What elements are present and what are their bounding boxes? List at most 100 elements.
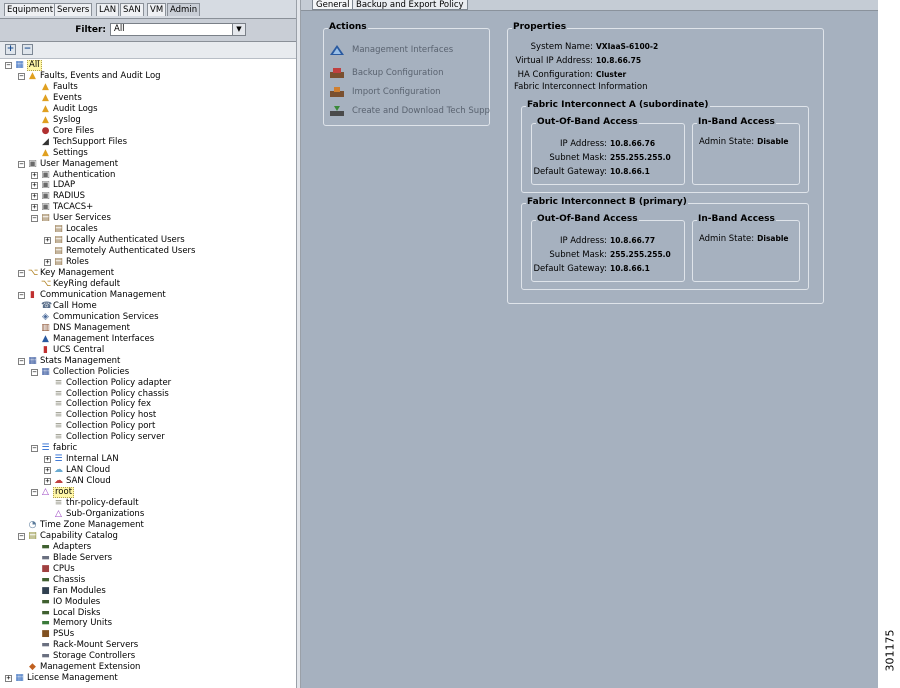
policy-icon: ≡ (54, 399, 63, 410)
collapse-icon[interactable]: − (31, 368, 38, 376)
fabric-a-ip-row: IP Address: 10.8.66.76 (532, 138, 655, 150)
collapse-icon[interactable]: − (18, 291, 25, 299)
tree-item-label: Blade Servers (53, 552, 113, 563)
tree-item-label: Core Files (53, 125, 95, 136)
expand-icon[interactable]: + (44, 237, 51, 245)
fabric-b-gateway-row: Default Gateway: 10.8.66.1 (532, 263, 649, 275)
lock-icon: ▣ (28, 158, 37, 169)
tree-item-label: Time Zone Management (40, 519, 144, 530)
fabric-a-mask-row: Subnet Mask: 255.255.255.0 (532, 152, 670, 164)
tree-item-label: Fan Modules (53, 585, 106, 596)
tree-item-label: TACACS+ (53, 202, 94, 213)
fabric-a-inband-title: In-Band Access (697, 117, 776, 127)
expand-icon[interactable]: + (44, 456, 51, 464)
policy-icon: ≡ (54, 388, 63, 399)
nav-tab-vm[interactable]: VM (147, 3, 167, 16)
tree-item-label: Call Home (53, 300, 97, 311)
warn-icon: ▲ (42, 103, 49, 114)
collapse-icon[interactable]: − (31, 445, 38, 453)
policy-icon: ≡ (54, 421, 63, 432)
filter-bar: Filter: All ▼ (0, 19, 296, 42)
collapse-icon[interactable]: − (31, 489, 38, 497)
fabric-interconnect-b-group: Fabric Interconnect B (primary) Out-Of-B… (521, 197, 809, 290)
lock-icon: ▣ (41, 202, 50, 213)
tree-item-label: Collection Policy host (66, 410, 157, 421)
key-icon: ⌥ (28, 268, 39, 279)
tree-item-label: root (53, 487, 75, 499)
tree-item-label: IO Modules (53, 596, 101, 607)
tree-item-label: Internal LAN (66, 454, 119, 465)
tab-backup-and-export-policy[interactable]: Backup and Export Policy (352, 0, 468, 10)
fabric-icon: ☰ (54, 454, 63, 465)
chevron-down-icon[interactable]: ▼ (232, 24, 245, 35)
tree-item-label: thr-policy-default (66, 498, 139, 508)
expand-icon[interactable]: + (31, 182, 38, 190)
lic-icon: ▦ (15, 673, 24, 684)
nav-tab-san[interactable]: SAN (120, 3, 144, 16)
collapse-icon[interactable]: − (18, 160, 25, 168)
nav-tab-admin[interactable]: Admin (167, 3, 201, 16)
ext-icon: ◆ (29, 662, 36, 673)
fabric-a-admin-state: Disable (757, 137, 789, 146)
tree-item-label: Settings (53, 147, 88, 158)
collapse-all-icon[interactable]: − (22, 44, 33, 55)
psu-icon: ■ (41, 629, 50, 640)
tree-item-label: Communication Management (40, 289, 166, 300)
collapse-icon[interactable]: − (5, 62, 12, 69)
navigation-pane: Equipment Servers LAN SAN VM Admin Filter: Al… (0, 0, 297, 688)
lock-icon: ▣ (41, 191, 50, 202)
fan-icon: ■ (41, 585, 50, 596)
filter-select[interactable]: All ▼ (110, 23, 246, 36)
tree-item-label: All (27, 60, 42, 71)
virtual-ip-value: 10.8.66.75 (596, 56, 642, 65)
nav-tab-lan[interactable]: LAN (96, 3, 120, 16)
org-icon: △ (55, 508, 62, 519)
scloud-icon: ☁ (54, 476, 63, 487)
tree-item-label: Roles (66, 257, 89, 268)
policy-icon: ≡ (54, 377, 63, 388)
tree-item-label: Syslog (53, 114, 81, 125)
subnet-mask-label: Subnet Mask: (549, 153, 607, 163)
expand-icon[interactable]: + (31, 171, 38, 179)
expand-icon[interactable]: + (31, 193, 38, 201)
actions-title: Actions (328, 22, 368, 32)
blade-icon: ▬ (41, 552, 50, 563)
filter-value: All (114, 24, 125, 34)
collapse-icon[interactable]: − (18, 532, 25, 540)
expand-icon[interactable]: + (44, 467, 51, 475)
expand-icon[interactable]: + (5, 675, 12, 683)
tree-item-label: Local Disks (53, 607, 101, 618)
tree-item-label: Management Extension (40, 662, 141, 673)
collapse-icon[interactable]: − (18, 357, 25, 365)
nav-tab-servers[interactable]: Servers (54, 3, 93, 16)
core-icon: ● (41, 125, 50, 136)
backup-icon (330, 68, 344, 78)
system-name-value: VXIaaS-6100-2 (596, 42, 659, 51)
users-icon: ▤ (54, 235, 63, 246)
tree-item-label: UCS Central (53, 344, 105, 355)
tree-item-label: Adapters (53, 541, 92, 552)
mem-icon: ▬ (41, 618, 50, 629)
fabric-a-title: Fabric Interconnect A (subordinate) (526, 100, 710, 110)
warn-icon: ▲ (42, 92, 49, 103)
fabric-a-ip-value: 10.8.66.76 (610, 139, 656, 148)
expand-icon[interactable]: + (44, 259, 51, 267)
tab-general[interactable]: General (312, 0, 354, 10)
warn-icon: ▲ (29, 70, 36, 81)
collapse-icon[interactable]: − (18, 270, 25, 278)
collapse-icon[interactable]: − (31, 215, 38, 223)
import-icon (330, 87, 344, 97)
expand-all-icon[interactable]: + (5, 44, 16, 55)
tree-item-label: Management Interfaces (53, 333, 155, 344)
all-icon: ▦ (15, 60, 24, 70)
collapse-icon[interactable]: − (18, 72, 25, 80)
expand-icon[interactable]: + (44, 478, 51, 486)
comm-icon: ▮ (43, 344, 48, 355)
nav-tab-equipment[interactable]: Equipment (4, 3, 57, 16)
filter-label: Filter: (75, 25, 106, 35)
tree-item-label: Communication Services (53, 311, 159, 322)
tree-item-label: KeyRing default (53, 279, 121, 289)
action-label: Create and Download Tech Supp (352, 106, 490, 116)
expand-icon[interactable]: + (31, 204, 38, 212)
subnet-mask-label: Subnet Mask: (549, 250, 607, 260)
